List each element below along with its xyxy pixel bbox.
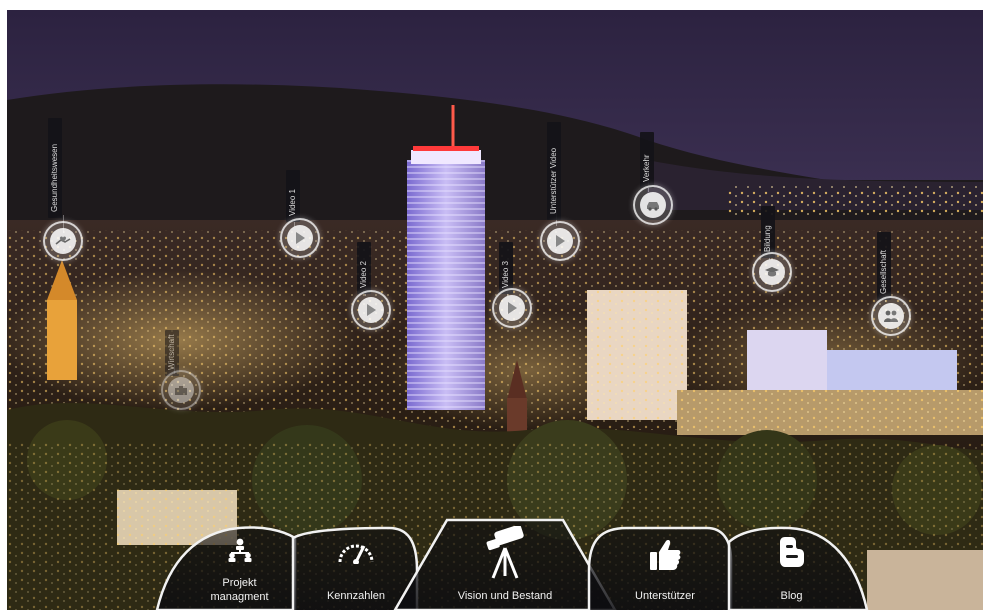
marker-tag-video-1: Video 1 xyxy=(286,170,300,222)
care-icon xyxy=(50,228,76,254)
marker-tag-unterstuetzer-video: Unterstützer Video xyxy=(547,122,561,220)
marker-gesundheitswesen[interactable] xyxy=(43,221,83,261)
play-icon xyxy=(499,295,525,321)
play-icon xyxy=(547,228,573,254)
marker-gesellschaft[interactable] xyxy=(871,296,911,336)
marker-tag-video-3: Video 3 xyxy=(499,242,513,294)
org-chart-icon xyxy=(228,538,251,562)
nav-unterstuetzer-label: Unterstützer xyxy=(635,590,695,602)
nav-vision-und-bestand[interactable]: Vision und Bestand xyxy=(427,522,583,610)
nav-blog-label: Blog xyxy=(780,590,803,602)
people-icon xyxy=(878,303,904,329)
marker-tag-verkehr: Verkehr xyxy=(640,132,654,188)
marker-tag-bildung: Bildung xyxy=(761,206,775,258)
marker-wirtschaft[interactable] xyxy=(161,370,201,410)
marker-video-1[interactable] xyxy=(280,218,320,258)
blogger-icon xyxy=(779,537,804,567)
marker-unterstuetzer-video[interactable] xyxy=(540,221,580,261)
briefcase-icon xyxy=(168,377,194,403)
telescope-icon xyxy=(486,526,524,579)
marker-video-2[interactable] xyxy=(351,290,391,330)
nav-kennzahlen-label: Kennzahlen xyxy=(326,590,386,602)
marker-tag-gesellschaft: Gesellschaft xyxy=(877,232,891,300)
nav-projekt-label-1: Projekt xyxy=(222,577,257,589)
nav-vision-label: Vision und Bestand xyxy=(457,590,553,602)
nav-kennzahlen[interactable]: Kennzahlen xyxy=(305,532,407,610)
marker-bildung[interactable] xyxy=(752,252,792,292)
gauge-icon xyxy=(338,544,374,564)
marker-tag-wirtschaft: Wirtschaft xyxy=(165,330,179,376)
play-icon xyxy=(287,225,313,251)
play-icon xyxy=(358,297,384,323)
car-icon xyxy=(640,192,666,218)
marker-video-3[interactable] xyxy=(492,288,532,328)
marker-tag-video-2: Video 2 xyxy=(357,242,371,294)
nav-blog[interactable]: Blog xyxy=(739,532,844,610)
city-panorama: Gesundheitswesen Video 1 Video 2 Video 3… xyxy=(7,10,983,610)
nav-unterstuetzer[interactable]: Unterstützer xyxy=(605,532,725,610)
thumbs-up-icon xyxy=(650,540,681,570)
graduation-cap-icon xyxy=(759,259,785,285)
marker-tag-gesundheitswesen: Gesundheitswesen xyxy=(48,118,62,218)
nav-projekt-managment[interactable]: Projekt managment xyxy=(187,532,292,610)
nav-projekt-label-2: managment xyxy=(210,591,269,603)
marker-verkehr[interactable] xyxy=(633,185,673,225)
